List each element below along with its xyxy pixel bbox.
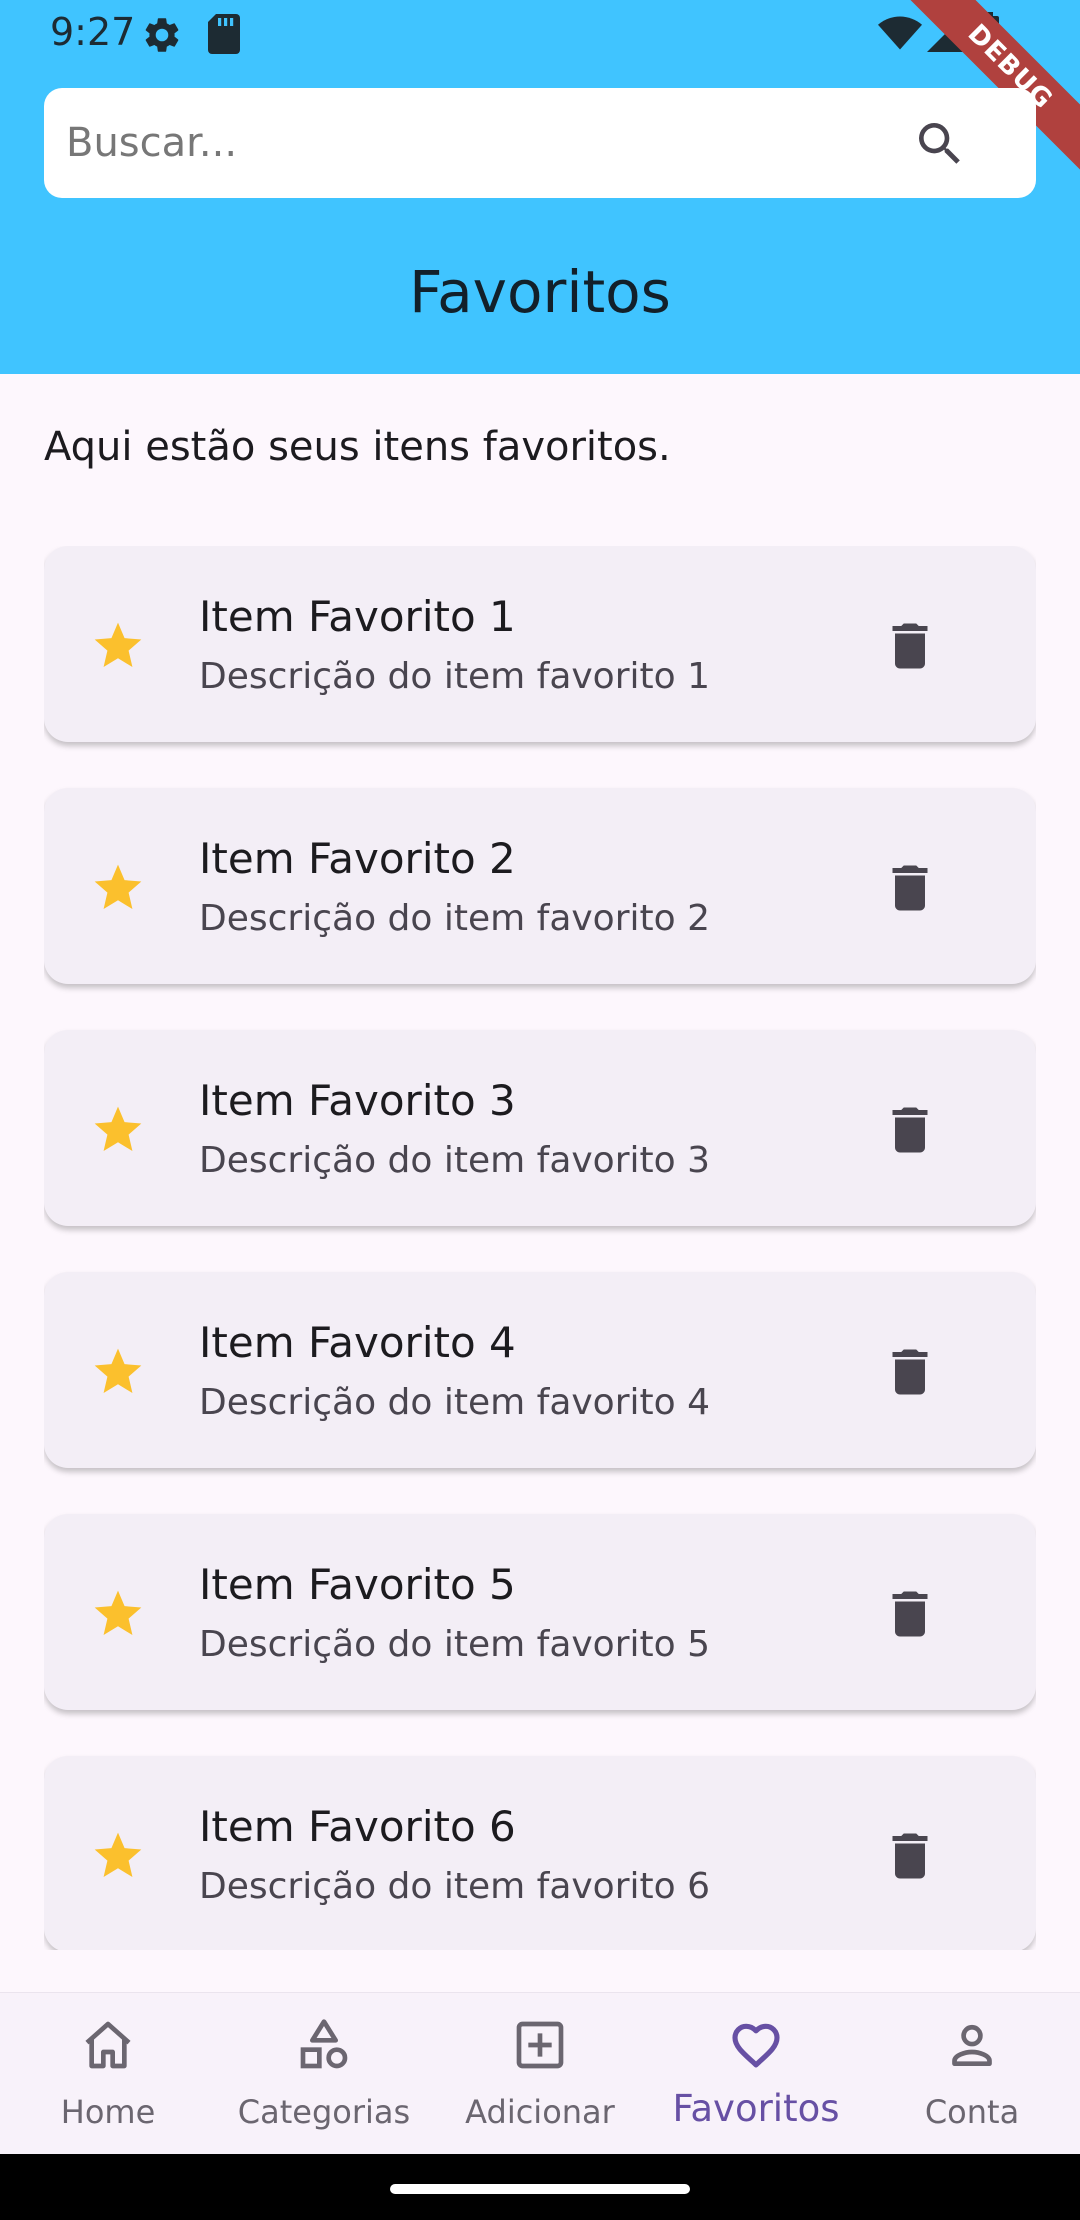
star-icon [94, 864, 142, 909]
delete-icon[interactable] [880, 1826, 940, 1886]
favorite-title: Item Favorito 1 [199, 592, 516, 641]
gear-icon [145, 18, 179, 52]
delete-icon[interactable] [880, 1100, 940, 1160]
nav-item-adicionar[interactable]: Adicionar [432, 1993, 648, 2155]
home-gesture-handle[interactable] [390, 2184, 690, 2194]
delete-icon[interactable] [880, 1584, 940, 1644]
home-icon [85, 2021, 131, 2069]
favorite-card[interactable]: Item Favorito 5 Descrição do item favori… [44, 1514, 1036, 1710]
favorite-description: Descrição do item favorito 4 [199, 1382, 710, 1423]
add-box-icon [516, 2021, 564, 2069]
favorite-title: Item Favorito 3 [199, 1076, 516, 1125]
favorite-description: Descrição do item favorito 1 [199, 656, 710, 697]
favorite-title: Item Favorito 6 [199, 1802, 516, 1851]
star-icon [94, 1832, 142, 1877]
search-box[interactable] [44, 88, 1036, 198]
nav-label-categorias: Categorias [237, 2093, 411, 2131]
star-icon [94, 1348, 142, 1393]
favorite-description: Descrição do item favorito 5 [199, 1624, 710, 1665]
nav-label-favoritos: Favoritos [672, 2087, 840, 2130]
star-icon [94, 1106, 142, 1151]
favorite-title: Item Favorito 2 [199, 834, 516, 883]
delete-icon[interactable] [880, 616, 940, 676]
favorite-description: Descrição do item favorito 3 [199, 1140, 710, 1181]
favorite-card[interactable]: Item Favorito 2 Descrição do item favori… [44, 788, 1036, 984]
delete-icon[interactable] [880, 1342, 940, 1402]
nav-label-conta: Conta [924, 2093, 1020, 2131]
heart-icon [732, 2023, 780, 2068]
sd-card-icon [208, 14, 240, 54]
bottom-navigation: Home Categorias Adicionar Favoritos Cont… [0, 1992, 1080, 2154]
favorite-card[interactable]: Item Favorito 3 Descrição do item favori… [44, 1030, 1036, 1226]
favorite-description: Descrição do item favorito 6 [199, 1866, 710, 1907]
nav-item-favoritos[interactable]: Favoritos [648, 1993, 864, 2155]
search-icon[interactable] [912, 116, 968, 172]
wifi-icon [878, 16, 922, 50]
favorite-card[interactable]: Item Favorito 1 Descrição do item favori… [44, 546, 1036, 742]
favorite-title: Item Favorito 5 [199, 1560, 516, 1609]
nav-item-conta[interactable]: Conta [864, 1993, 1080, 2155]
favorite-card[interactable]: Item Favorito 4 Descrição do item favori… [44, 1272, 1036, 1468]
search-input[interactable] [66, 88, 926, 198]
nav-label-adicionar: Adicionar [465, 2093, 615, 2131]
system-gesture-bar [0, 2154, 1080, 2220]
nav-item-categorias[interactable]: Categorias [216, 1993, 432, 2155]
nav-item-home[interactable]: Home [0, 1993, 216, 2155]
app-header: 9:27 DEBUG Favoritos [0, 0, 1080, 374]
star-icon [94, 1590, 142, 1635]
star-icon [94, 622, 142, 667]
shapes-icon [300, 2019, 348, 2069]
nav-label-home: Home [60, 2093, 156, 2131]
intro-text: Aqui estão seus itens favoritos. [44, 424, 671, 470]
delete-icon[interactable] [880, 858, 940, 918]
status-time: 9:27 [50, 10, 136, 54]
person-icon [952, 2024, 992, 2066]
favorites-list: Item Favorito 1 Descrição do item favori… [44, 546, 1036, 1950]
favorite-card[interactable]: Item Favorito 6 Descrição do item favori… [44, 1756, 1036, 1950]
status-bar: 9:27 [0, 0, 1080, 68]
favorite-description: Descrição do item favorito 2 [199, 898, 710, 939]
page-title: Favoritos [409, 258, 671, 326]
favorite-title: Item Favorito 4 [199, 1318, 516, 1367]
